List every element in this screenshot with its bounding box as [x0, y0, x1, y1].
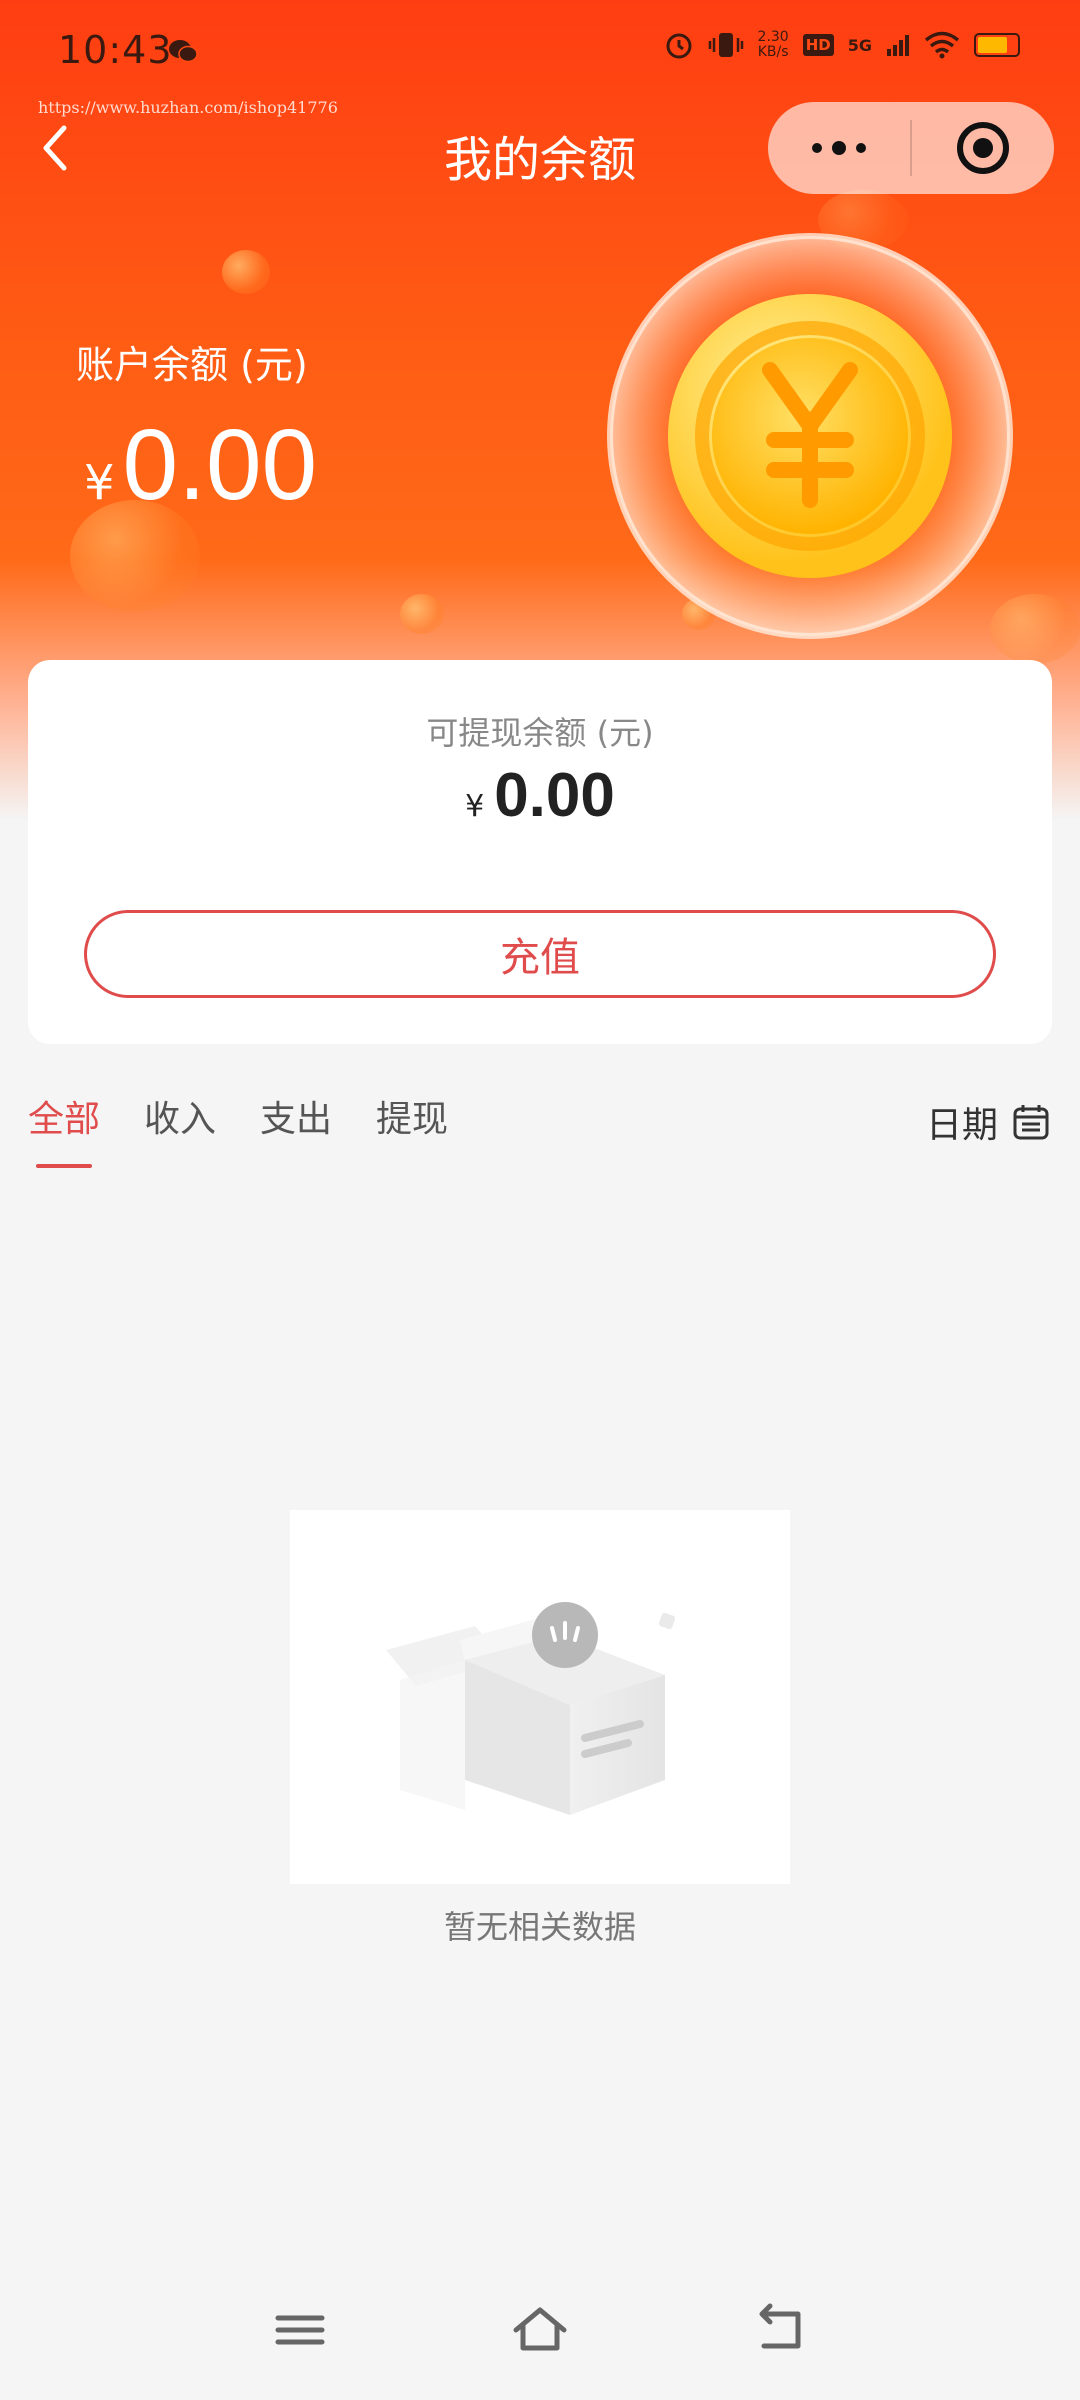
wechat-icon	[169, 40, 198, 63]
tab-label: 提现	[376, 1099, 449, 1140]
tab-label: 支出	[260, 1099, 333, 1140]
status-bar: 10:43 2.30 KB/s HD 5G	[0, 0, 1080, 100]
speed-value: 2.30	[757, 29, 789, 45]
home-icon[interactable]	[510, 2300, 570, 2360]
alarm-icon	[666, 33, 692, 59]
tab-label: 收入	[144, 1099, 217, 1140]
empty-state-image	[290, 1510, 790, 1884]
speed-unit: KB/s	[757, 44, 789, 60]
battery-level	[978, 37, 1008, 53]
empty-box-icon	[386, 1602, 676, 1815]
date-filter[interactable]: 日期	[926, 1096, 1050, 1148]
hd-badge: HD	[802, 34, 834, 56]
mini-program-capsule	[768, 102, 1054, 194]
decorative-coin	[222, 250, 270, 294]
more-dots-icon	[812, 141, 866, 155]
wifi-icon	[924, 31, 960, 59]
tab-withdraw[interactable]: 提现	[376, 1090, 448, 1170]
battery-icon	[974, 33, 1020, 57]
date-filter-label: 日期	[925, 1105, 998, 1146]
network-type: 5G	[847, 35, 872, 55]
watermark: https://www.huzhan.com/ishop41776	[38, 98, 338, 117]
vibrate-icon	[708, 33, 743, 57]
calendar-icon	[1013, 1105, 1049, 1140]
close-button[interactable]	[912, 102, 1054, 194]
account-balance: ¥ 0.00	[84, 408, 317, 523]
tab-expense[interactable]: 支出	[260, 1090, 332, 1170]
transaction-tabs: 全部 收入 支出 提现	[28, 1090, 448, 1170]
back-arrow-icon[interactable]	[750, 2300, 810, 2360]
coin-bubble-icon	[607, 233, 1013, 639]
account-balance-label: 账户余额 (元)	[76, 343, 308, 387]
network-speed: 2.30 KB/s	[758, 30, 789, 60]
tab-all[interactable]: 全部	[28, 1090, 100, 1170]
tab-label: 全部	[28, 1099, 101, 1140]
target-close-icon	[957, 122, 1009, 174]
more-button[interactable]	[768, 102, 910, 194]
withdraw-card: 可提现余额 (元) ¥ 0.00 充值	[28, 660, 1052, 1044]
menu-icon[interactable]	[270, 2300, 330, 2360]
status-time: 10:43	[58, 28, 173, 72]
system-navigation-bar	[0, 2290, 1080, 2380]
signal-icon	[887, 35, 909, 56]
account-balance-value: 0.00	[122, 409, 318, 521]
recharge-button[interactable]: 充值	[84, 910, 996, 998]
withdrawable-balance: ¥ 0.00	[28, 760, 1052, 831]
status-icons: 2.30 KB/s HD 5G	[664, 30, 1020, 60]
currency-symbol: ¥	[465, 789, 485, 824]
withdrawable-balance-value: 0.00	[494, 761, 615, 830]
decorative-coin	[400, 594, 444, 634]
withdrawable-balance-label: 可提现余额 (元)	[426, 714, 654, 752]
active-tab-indicator	[36, 1164, 92, 1168]
currency-symbol: ¥	[84, 455, 115, 511]
empty-state-text: 暂无相关数据	[443, 1908, 636, 1946]
tab-income[interactable]: 收入	[144, 1090, 216, 1170]
